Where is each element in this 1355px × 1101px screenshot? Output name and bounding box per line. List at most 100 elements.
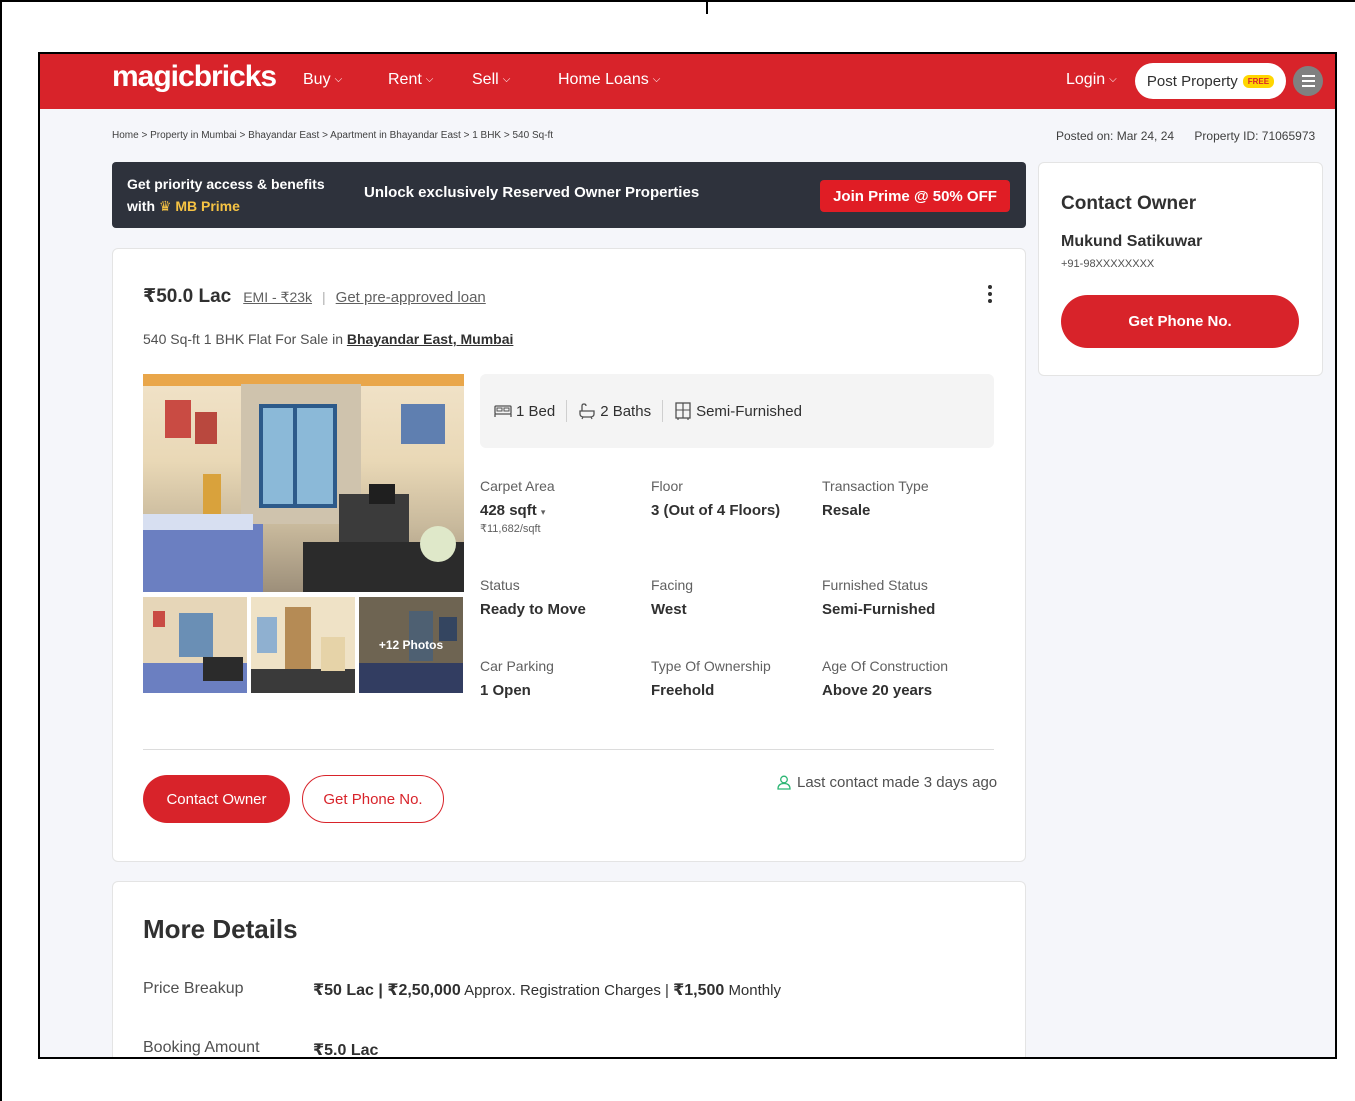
detail-value: Semi-Furnished [822,601,936,618]
detail-value: Freehold [651,682,715,699]
booking-amount-value: ₹5.0 Lac [313,1040,379,1059]
listing-price: ₹50.0 Lac [143,286,232,307]
listing-title-prefix: 540 Sq-ft 1 BHK Flat For Sale in [143,331,343,347]
detail-label: Transaction Type [822,478,929,494]
price-breakup-monthly-value: ₹1,500 [673,982,725,999]
listing-card: ₹50.0 Lac EMI - ₹23k | Get pre-approved … [112,248,1026,862]
more-options-icon[interactable] [985,285,995,303]
price-breakup-price: ₹50 Lac | ₹2,50,000 [313,982,461,999]
hamburger-menu-icon[interactable] [1293,66,1323,96]
price-per-sqft: ₹11,682/sqft [480,523,541,535]
contact-owner-panel: Contact Owner Mukund Satikuwar +91-98XXX… [1038,162,1323,376]
location-link[interactable]: Bhayandar East, Mumbai [347,331,514,347]
chevron-down-icon: ⌵ [1109,73,1117,85]
detail-label: Furnished Status [822,577,928,593]
photo-thumbnail[interactable] [251,597,355,693]
detail-label: Status [480,577,520,593]
detail-value: Above 20 years [822,682,933,699]
nav-sell[interactable]: Sell ⌵ [472,71,510,89]
listing-title: 540 Sq-ft 1 BHK Flat For Sale in Bhayand… [143,331,513,347]
detail-label: Age Of Construction [822,658,949,674]
last-contact-text: Last contact made 3 days ago [797,774,998,791]
detail-label: Type Of Ownership [651,658,771,674]
price-breakup-registration: Approx. Registration Charges | [464,982,669,999]
get-phone-button[interactable]: Get Phone No. [302,775,444,823]
nav-buy[interactable]: Buy ⌵ [303,71,342,89]
magicbricks-logo[interactable]: magicbricks [112,60,277,94]
post-property-button[interactable]: Post Property FREE [1135,63,1286,99]
bed-icon [494,405,512,417]
detail-facing: Facing West [651,577,816,618]
join-prime-button[interactable]: Join Prime @ 50% OFF [820,180,1010,212]
booking-amount: ₹5.0 Lac [313,1042,379,1059]
more-details-heading: More Details [143,914,298,944]
detail-ownership: Type Of Ownership Freehold [651,658,816,699]
owner-phone-masked: +91-98XXXXXXXX [1061,258,1155,270]
carpet-area-value: 428 sqft [480,502,537,519]
price-line: ₹50.0 Lac EMI - ₹23k | Get pre-approved … [143,285,486,308]
nav-rent-label: Rent [388,71,422,88]
user-icon [777,775,791,790]
price-breakup-monthly: Monthly [728,982,781,999]
nav-home-loans-label: Home Loans [558,71,649,88]
detail-value: 3 (Out of 4 Floors) [651,502,781,519]
bath-icon [579,403,595,420]
feature-bed-label: 1 Bed [516,402,556,420]
features-bar: 1 Bed 2 Baths Semi-Furnished [480,374,994,448]
prime-line2: with ♛ MB Prime [127,195,325,217]
detail-value[interactable]: 428 sqft ▾ [480,502,645,519]
feature-furnishing-label: Semi-Furnished [696,402,802,420]
login-dropdown[interactable]: Login ⌵ [1066,71,1117,89]
prime-line2-prefix: with [127,198,155,214]
chevron-down-icon: ⌵ [502,73,511,85]
feature-furnishing: Semi-Furnished [674,402,802,420]
price-breakup-value: ₹50 Lac | ₹2,50,000 Approx. Registration… [313,980,781,1000]
emi-link[interactable]: EMI - ₹23k [243,289,312,306]
feature-divider [662,400,664,422]
browser-viewport: magicbricks Buy ⌵ Rent ⌵ Sell ⌵ Home Loa… [38,52,1337,1059]
chevron-down-icon: ⌵ [425,73,434,85]
chevron-down-icon: ⌵ [334,73,343,85]
photo-thumbnail[interactable] [143,597,247,693]
card-divider [143,749,994,750]
booking-amount-label: Booking Amount [143,1039,260,1056]
detail-value: West [651,601,687,618]
price-breakup-label: Price Breakup [143,980,244,997]
main-property-photo[interactable] [143,374,464,592]
prime-benefits-text: Get priority access & benefits with ♛ MB… [127,173,325,217]
detail-value: 1 Open [480,682,531,699]
nav-rent[interactable]: Rent ⌵ [388,71,433,89]
prime-message: Unlock exclusively Reserved Owner Proper… [364,184,700,201]
last-contact-info: Last contact made 3 days ago [777,774,997,791]
login-label: Login [1066,71,1106,88]
detail-value: Resale [822,502,871,519]
detail-carpet-area: Carpet Area 428 sqft ▾ ₹11,682/sqft [480,478,645,535]
property-id: Property ID: 71065973 [1194,129,1316,143]
breadcrumb[interactable]: Home > Property in Mumbai > Bhayandar Ea… [112,130,553,141]
room-illustration [143,374,464,592]
free-badge: FREE [1242,74,1275,88]
detail-transaction-type: Transaction Type Resale [822,478,987,519]
pre-approved-loan-link[interactable]: Get pre-approved loan [336,289,486,306]
posted-on: Posted on: Mar 24, 24 [1056,129,1175,143]
photo-thumbnail-more[interactable]: +12 Photos [359,597,463,693]
detail-label: Car Parking [480,658,554,674]
feature-baths-label: 2 Baths [600,402,652,420]
sidebar-get-phone-button[interactable]: Get Phone No. [1061,295,1299,348]
owner-name: Mukund Satikuwar [1061,233,1203,250]
contact-owner-title: Contact Owner [1061,193,1197,214]
nav-home-loans[interactable]: Home Loans ⌵ [558,71,660,89]
site-header: magicbricks Buy ⌵ Rent ⌵ Sell ⌵ Home Loa… [40,54,1335,109]
more-photos-overlay[interactable]: +12 Photos [359,597,463,693]
mb-prime-brand: MB Prime [175,198,240,214]
feature-divider [566,400,568,422]
feature-baths: 2 Baths [578,402,651,420]
detail-label: Facing [651,577,694,593]
posting-meta: Posted on: Mar 24, 24 Property ID: 71065… [1056,129,1315,143]
detail-label: Floor [651,478,683,494]
top-border-lines [0,0,1355,1101]
thumbnail-image [143,597,247,693]
contact-owner-button[interactable]: Contact Owner [143,775,290,823]
crown-icon: ♛ [158,198,172,214]
post-property-label: Post Property [1146,72,1238,90]
